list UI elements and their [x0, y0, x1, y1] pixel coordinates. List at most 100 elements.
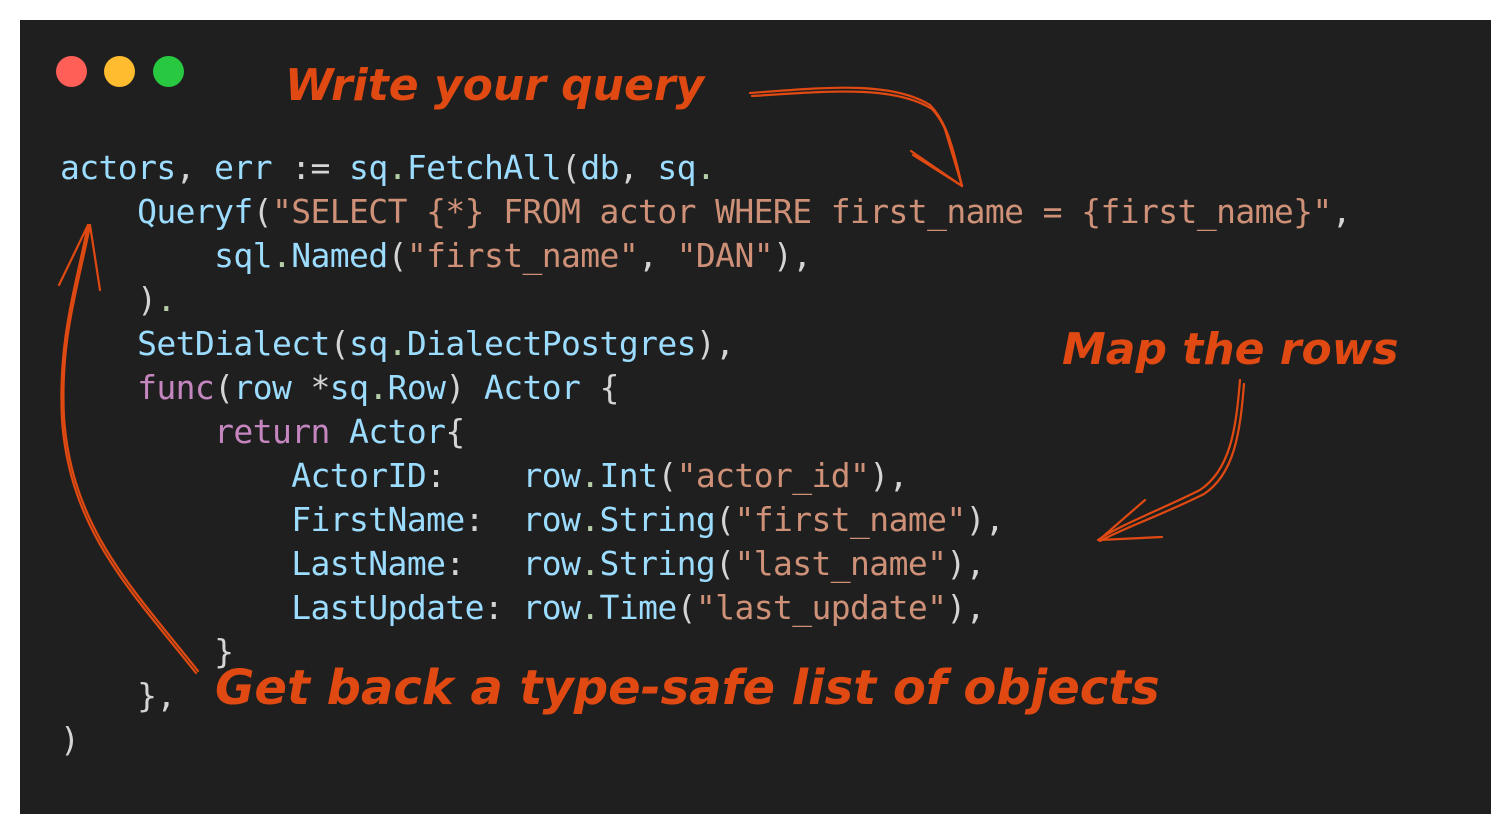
- code-token: sq: [349, 324, 388, 363]
- code-token: Actor: [349, 412, 446, 451]
- code-token: db: [580, 148, 619, 187]
- code-token: .: [156, 280, 176, 319]
- annotation-get-back: Get back a type-safe list of objects: [215, 660, 1160, 716]
- code-token: SetDialect: [137, 324, 330, 363]
- code-token: :: [445, 544, 523, 583]
- code-token: }: [60, 632, 234, 671]
- code-token: sq: [329, 368, 369, 407]
- code-token: :: [483, 588, 523, 627]
- code-token: .: [695, 148, 716, 187]
- code-token: Time: [599, 588, 678, 627]
- code-token: (: [329, 324, 350, 363]
- code-line: LastUpdate: row.Time("last_update"),: [60, 586, 1351, 630]
- code-token: row: [522, 588, 581, 627]
- code-token: "SELECT {*} FROM actor WHERE first_name …: [271, 192, 1332, 231]
- code-token: Actor: [483, 368, 581, 407]
- code-line: ): [60, 718, 1351, 762]
- code-token: sq: [657, 148, 696, 187]
- code-token: :: [464, 500, 523, 539]
- code-line: Queryf("SELECT {*} FROM actor WHERE firs…: [60, 190, 1352, 234]
- code-token: :: [426, 456, 523, 495]
- code-token: .: [387, 148, 408, 187]
- code-token: (: [252, 192, 273, 231]
- code-token: Int: [599, 456, 658, 495]
- code-token: DialectPostgres: [406, 324, 697, 363]
- code-token: err: [214, 148, 272, 187]
- code-token: .: [368, 368, 388, 407]
- code-token: ),: [946, 588, 985, 627]
- code-token: Named: [291, 236, 388, 275]
- code-line: FirstName: row.String("first_name"),: [60, 498, 1351, 542]
- code-token: ,: [175, 148, 215, 187]
- code-token: (: [715, 500, 735, 539]
- code-token: Row: [387, 368, 446, 407]
- code-token: ,: [618, 148, 658, 187]
- code-token: ): [137, 280, 157, 319]
- code-token: LastUpdate: [291, 588, 484, 627]
- code-line: LastName: row.String("last_name"),: [60, 542, 1351, 586]
- code-token: "first_name": [734, 500, 966, 539]
- code-token: "DAN": [676, 236, 774, 275]
- code-token: (: [561, 148, 581, 187]
- code-token: ),: [695, 324, 735, 363]
- code-token: return: [214, 412, 330, 451]
- code-line: ).: [60, 278, 1351, 322]
- code-token: row: [522, 500, 581, 539]
- code-line: actors, err := sq.FetchAll(db, sq.: [60, 146, 1351, 190]
- code-token: row: [233, 368, 292, 407]
- minimize-window-button[interactable]: [104, 56, 135, 87]
- code-token: row: [522, 456, 581, 495]
- maximize-window-button[interactable]: [153, 56, 184, 87]
- annotation-write-query: Write your query: [285, 60, 705, 111]
- code-token: ),: [869, 456, 908, 495]
- code-token: "first_name": [406, 236, 639, 275]
- code-token: ,: [638, 236, 677, 275]
- code-token: sq: [349, 148, 388, 187]
- code-token: (: [657, 456, 677, 495]
- code-token: String: [599, 544, 716, 583]
- code-token: ),: [946, 544, 985, 583]
- code-token: ): [445, 368, 484, 407]
- code-token: FetchAll: [406, 148, 562, 187]
- code-token: .: [387, 324, 408, 363]
- code-line: sql.Named("first_name", "DAN"),: [60, 234, 1351, 278]
- annotation-map-rows: Map the rows: [1062, 324, 1399, 375]
- code-token: (: [214, 368, 234, 407]
- code-token: func: [137, 368, 215, 407]
- code-token: FirstName: [291, 500, 465, 539]
- code-token: (: [387, 236, 408, 275]
- code-token: ,: [1331, 192, 1352, 231]
- code-token: sql: [214, 236, 272, 275]
- code-token: (: [676, 588, 697, 627]
- code-token: actors: [60, 148, 176, 187]
- code-token: LastName: [291, 544, 446, 583]
- code-token: {: [445, 412, 465, 451]
- code-token: .: [580, 456, 600, 495]
- code-token: "last_update": [695, 588, 947, 627]
- code-token: :=: [271, 148, 350, 187]
- code-token: ),: [772, 236, 812, 275]
- code-token: {: [580, 368, 620, 407]
- code-token: },: [60, 676, 176, 715]
- code-token: .: [580, 588, 600, 627]
- code-line: return Actor{: [60, 410, 1351, 454]
- code-token: ),: [965, 500, 1005, 539]
- code-token: (: [715, 544, 735, 583]
- code-line: ActorID: row.Int("actor_id"),: [60, 454, 1351, 498]
- close-window-button[interactable]: [56, 56, 87, 87]
- code-token: String: [599, 500, 716, 539]
- code-token: "last_name": [734, 544, 947, 583]
- code-token: .: [271, 236, 292, 275]
- code-token: Queryf: [137, 192, 253, 231]
- code-token: ): [60, 720, 80, 759]
